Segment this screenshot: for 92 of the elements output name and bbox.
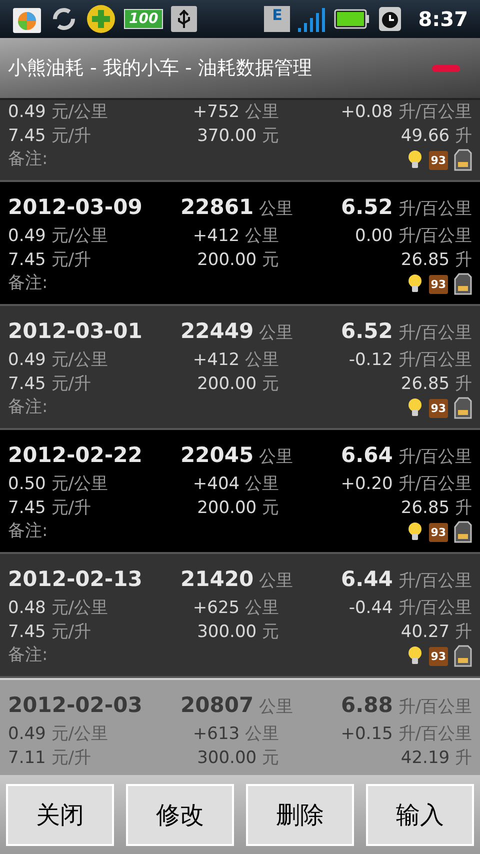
fuel-amount: 40.27 升 bbox=[400, 622, 472, 641]
distance-driven: +613 公里 bbox=[192, 724, 279, 743]
cost-per-km: 0.49 元/公里 bbox=[8, 225, 109, 248]
action-button[interactable]: 关闭 bbox=[6, 784, 114, 846]
distance-driven: +412 公里 bbox=[192, 350, 279, 369]
action-button[interactable]: 删除 bbox=[246, 784, 354, 846]
fuel-price: 7.45 元/升 bbox=[8, 373, 92, 396]
record-row[interactable]: 0.49 元/公里 +752 公里 +0.08 升/百公里 7.45 元/升 370.00 元 49.66 升 备注: 93 bbox=[0, 100, 480, 180]
record-date: 2012-03-01 bbox=[8, 318, 144, 346]
lightbulb-icon bbox=[406, 522, 423, 542]
fuel-price: 7.11 元/升 bbox=[8, 747, 92, 770]
network-type-badge: E bbox=[264, 6, 290, 32]
record-row[interactable]: 2012-02-22 22045 公里 6.64 升/百公里 0.50 元/公里 +404 公里 +0.20 升/百公里 7.45 元/升 200.00 元 26.85 升 备注: 93 bbox=[0, 430, 480, 552]
fuel-price: 7.45 元/升 bbox=[8, 621, 92, 644]
cost-per-km: 0.50 元/公里 bbox=[8, 473, 109, 496]
distance-driven: +404 公里 bbox=[192, 474, 279, 493]
fuel-can-icon bbox=[454, 397, 472, 419]
odometer-reading: 20807 公里 bbox=[180, 697, 293, 716]
window-title: 小熊油耗 - 我的小车 - 油耗数据管理 bbox=[8, 56, 313, 81]
fuel-grade-icon: 93 bbox=[428, 646, 448, 666]
fuel-grade-icon: 93 bbox=[428, 522, 448, 542]
record-row[interactable]: 2012-02-03 20807 公里 6.88 升/百公里 0.49 元/公里 +613 公里 +0.15 升/百公里 7.11 元/升 300.00 元 42.19 升 bbox=[0, 678, 480, 775]
action-button[interactable]: 输入 bbox=[366, 784, 474, 846]
record-row[interactable]: 2012-02-13 21420 公里 6.44 升/百公里 0.48 元/公里 +625 公里 -0.44 升/百公里 7.45 元/升 300.00 元 40.27 升 备注: 93 bbox=[0, 554, 480, 676]
distance-driven: +752 公里 bbox=[192, 102, 279, 121]
cost-per-km: 0.49 元/公里 bbox=[8, 723, 109, 746]
record-date: 2012-02-22 bbox=[8, 442, 144, 470]
consumption-change: -0.12 升/百公里 bbox=[348, 350, 472, 369]
lightbulb-icon bbox=[406, 150, 423, 170]
fuel-consumption: 6.52 升/百公里 bbox=[341, 323, 472, 342]
action-button[interactable]: 修改 bbox=[126, 784, 234, 846]
distance-driven: +412 公里 bbox=[192, 226, 279, 245]
record-row[interactable]: 2012-03-09 22861 公里 6.52 升/百公里 0.49 元/公里 +412 公里 0.00 升/百公里 7.45 元/升 200.00 元 26.85 升 备注: 93 bbox=[0, 182, 480, 304]
fuel-cost: 200.00 元 bbox=[197, 250, 279, 269]
fuel-can-icon bbox=[454, 521, 472, 543]
alarm-clock-icon bbox=[378, 6, 402, 32]
minus-icon[interactable] bbox=[432, 64, 460, 72]
odometer-reading: 22861 公里 bbox=[180, 199, 293, 218]
lightbulb-icon bbox=[406, 398, 423, 418]
note-label: 备注: bbox=[8, 520, 48, 544]
odometer-reading: 22449 公里 bbox=[180, 323, 293, 342]
record-date: 2012-02-03 bbox=[8, 692, 144, 720]
fuel-price: 7.45 元/升 bbox=[8, 249, 92, 272]
cost-per-km: 0.49 元/公里 bbox=[8, 349, 109, 372]
odometer-reading: 22045 公里 bbox=[180, 447, 293, 466]
fuel-amount: 42.19 升 bbox=[400, 748, 472, 767]
fuel-cost: 300.00 元 bbox=[197, 622, 279, 641]
fuel-cost: 300.00 元 bbox=[197, 748, 279, 767]
plus-circle-icon bbox=[86, 4, 116, 34]
odometer-reading: 21420 公里 bbox=[180, 571, 293, 590]
lightbulb-icon bbox=[406, 274, 423, 294]
sync-icon bbox=[50, 5, 78, 33]
fuel-cost: 200.00 元 bbox=[197, 374, 279, 393]
fuel-consumption: 6.44 升/百公里 bbox=[341, 571, 472, 590]
battery-level-badge: 100 bbox=[124, 9, 164, 29]
fuel-consumption: 6.52 升/百公里 bbox=[341, 199, 472, 218]
note-label: 备注: bbox=[8, 396, 48, 420]
fuel-grade-icon: 93 bbox=[428, 150, 448, 170]
fuel-consumption: 6.64 升/百公里 bbox=[341, 447, 472, 466]
fuel-can-icon bbox=[454, 273, 472, 295]
usb-icon bbox=[171, 6, 198, 32]
fuel-can-icon bbox=[454, 645, 472, 667]
signal-icon bbox=[298, 6, 326, 32]
cost-per-km: 0.49 元/公里 bbox=[8, 101, 109, 124]
fuel-amount: 26.85 升 bbox=[400, 250, 472, 269]
consumption-change: +0.08 升/百公里 bbox=[340, 102, 472, 121]
note-label: 备注: bbox=[8, 644, 48, 668]
cost-per-km: 0.48 元/公里 bbox=[8, 597, 109, 620]
fuel-grade-icon: 93 bbox=[428, 398, 448, 418]
note-label: 备注: bbox=[8, 148, 48, 172]
note-label: 备注: bbox=[8, 272, 48, 296]
fuel-consumption: 6.88 升/百公里 bbox=[341, 697, 472, 716]
fuel-can-icon bbox=[454, 149, 472, 171]
fuel-price: 7.45 元/升 bbox=[8, 125, 92, 148]
distance-driven: +625 公里 bbox=[192, 598, 279, 617]
fuel-amount: 26.85 升 bbox=[400, 498, 472, 517]
consumption-change: +0.20 升/百公里 bbox=[340, 474, 472, 493]
record-date: 2012-02-13 bbox=[8, 566, 144, 594]
fuel-cost: 370.00 元 bbox=[197, 126, 279, 145]
consumption-change: 0.00 升/百公里 bbox=[355, 226, 472, 245]
consumption-change: -0.44 升/百公里 bbox=[348, 598, 472, 617]
fuel-cost: 200.00 元 bbox=[197, 498, 279, 517]
fuel-amount: 26.85 升 bbox=[400, 374, 472, 393]
fuel-amount: 49.66 升 bbox=[400, 126, 472, 145]
fuel-price: 7.45 元/升 bbox=[8, 497, 92, 520]
battery-icon bbox=[334, 8, 370, 30]
record-date: 2012-03-09 bbox=[8, 194, 144, 222]
consumption-change: +0.15 升/百公里 bbox=[340, 724, 472, 743]
clock-time: 8:37 bbox=[418, 6, 468, 33]
lightbulb-icon bbox=[406, 646, 423, 666]
fuel-grade-icon: 93 bbox=[428, 274, 448, 294]
record-row[interactable]: 2012-03-01 22449 公里 6.52 升/百公里 0.49 元/公里 +412 公里 -0.12 升/百公里 7.45 元/升 200.00 元 26.85 升 备注: 93 bbox=[0, 306, 480, 428]
